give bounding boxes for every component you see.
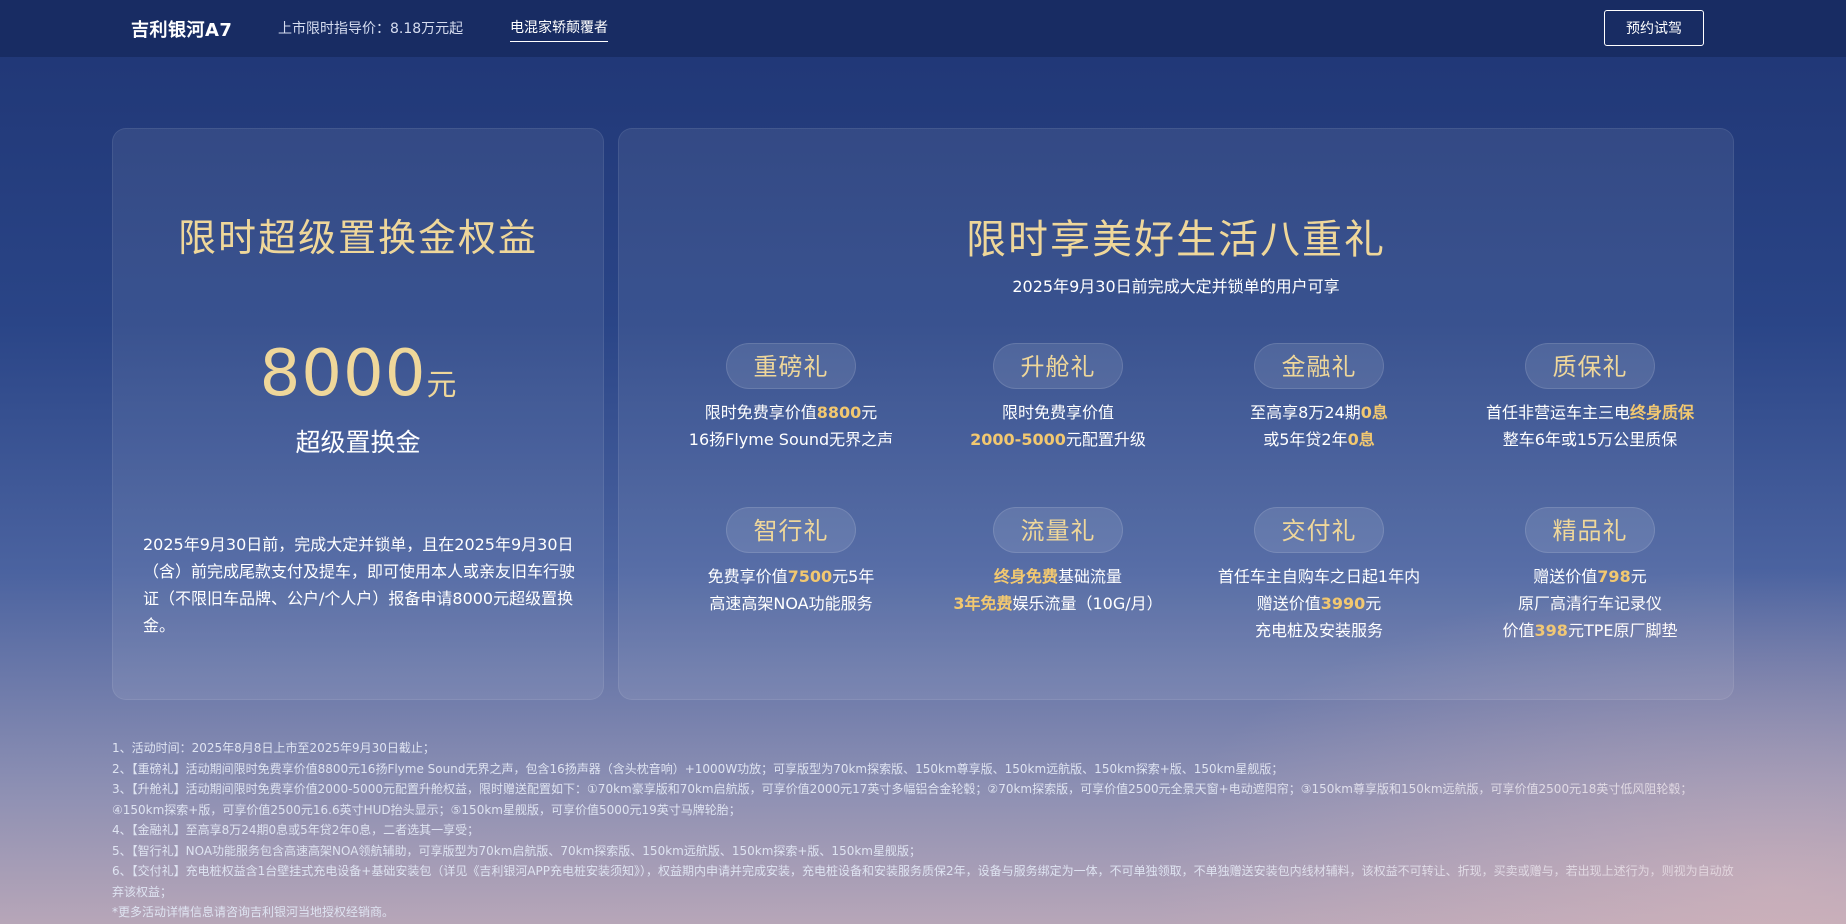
gift-item: 质保礼 首任非营运车主三电终身质保 整车6年或15万公里质保	[1445, 343, 1735, 453]
gift-name-badge: 升舱礼	[993, 343, 1123, 389]
gift-item: 交付礼 首任车主自购车之日起1年内 赠送价值3990元 充电桩及安装服务	[1179, 507, 1459, 644]
terms-notes: 1、活动时间：2025年8月8日上市至2025年9月30日截止； 2、【重磅礼】…	[112, 738, 1740, 923]
book-test-drive-button[interactable]: 预约试驾	[1604, 10, 1704, 46]
gift-name-badge: 重磅礼	[726, 343, 856, 389]
note-line: 4、【金融礼】至高享8万24期0息或5年贷2年0息，二者选其一享受；	[112, 823, 480, 837]
amount-unit: 元	[426, 368, 457, 403]
gift-item: 重磅礼 限时免费享价值8800元 16扬Flyme Sound无界之声	[661, 343, 921, 453]
amount-number: 8000	[259, 337, 427, 411]
gift-item: 精品礼 赠送价值798元 原厂高清行车记录仪 价值398元TPE原厂脚垫	[1445, 507, 1735, 644]
note-line: 6、【交付礼】充电桩权益含1台壁挂式充电设备+基础安装包（详见《吉利银河APP充…	[112, 864, 1734, 899]
gift-description: 至高享8万24期0息 或5年贷2年0息	[1250, 403, 1388, 449]
gift-description: 限时免费享价值 2000-5000元配置升级	[970, 403, 1146, 449]
trade-in-title: 限时超级置换金权益	[177, 216, 538, 260]
gift-name-badge: 交付礼	[1254, 507, 1384, 553]
trade-in-description: 2025年9月30日前，完成大定并锁单，且在2025年9月30日（含）前完成尾款…	[143, 535, 576, 635]
price-text: 上市限时指导价：8.18万元起	[278, 21, 464, 37]
gift-description: 首任非营运车主三电终身质保 整车6年或15万公里质保	[1485, 403, 1695, 449]
gift-description: 免费享价值7500元5年 高速高架NOA功能服务	[707, 567, 875, 613]
gift-description: 终身免费基础流量 3年免费娱乐流量（10G/月）	[953, 567, 1163, 613]
gift-name-badge: 智行礼	[726, 507, 856, 553]
gifts-panel: 限时享美好生活八重礼 2025年9月30日前完成大定并锁单的用户可享 重磅礼 限…	[618, 128, 1734, 700]
gift-name-badge: 精品礼	[1525, 507, 1655, 553]
trade-in-amount: 8000元	[113, 337, 603, 411]
note-line: 3、【升舱礼】活动期间限时免费享价值2000-5000元配置升舱权益，限时赠送配…	[112, 782, 1693, 817]
slogan-link[interactable]: 电混家轿颠覆者	[510, 17, 608, 42]
gift-item: 智行礼 免费享价值7500元5年 高速高架NOA功能服务	[661, 507, 921, 617]
gift-name-badge: 流量礼	[993, 507, 1123, 553]
gift-item: 流量礼 终身免费基础流量 3年免费娱乐流量（10G/月）	[928, 507, 1188, 617]
note-line: 1、活动时间：2025年8月8日上市至2025年9月30日截止；	[112, 741, 435, 755]
amount-label: 超级置换金	[295, 428, 421, 457]
gift-description: 首任车主自购车之日起1年内 赠送价值3990元 充电桩及安装服务	[1217, 567, 1421, 640]
gift-name-badge: 质保礼	[1525, 343, 1655, 389]
gift-name-badge: 金融礼	[1254, 343, 1384, 389]
gift-description: 赠送价值798元 原厂高清行车记录仪 价值398元TPE原厂脚垫	[1502, 567, 1678, 640]
note-line: 2、【重磅礼】活动期间限时免费享价值8800元16扬Flyme Sound无界之…	[112, 761, 1284, 776]
note-line: 5、【智行礼】NOA功能服务包含高速高架NOA领航辅助，可享版型为70km启航版…	[112, 843, 921, 858]
top-navigation-bar: 吉利银河A7 上市限时指导价：8.18万元起 电混家轿颠覆者 预约试驾	[0, 0, 1846, 57]
note-line: *更多活动详情信息请咨询吉利银河当地授权经销商。	[112, 905, 395, 919]
gift-item: 金融礼 至高享8万24期0息 或5年贷2年0息	[1189, 343, 1449, 453]
gift-item: 升舱礼 限时免费享价值 2000-5000元配置升级	[928, 343, 1188, 453]
trade-in-panel: 限时超级置换金权益 8000元 超级置换金 2025年9月30日前，完成大定并锁…	[112, 128, 604, 700]
brand-logo[interactable]: 吉利银河A7	[131, 16, 232, 42]
gifts-subtitle: 2025年9月30日前完成大定并锁单的用户可享	[1012, 277, 1340, 296]
gift-description: 限时免费享价值8800元 16扬Flyme Sound无界之声	[688, 403, 894, 449]
gifts-title: 限时享美好生活八重礼	[966, 217, 1386, 263]
